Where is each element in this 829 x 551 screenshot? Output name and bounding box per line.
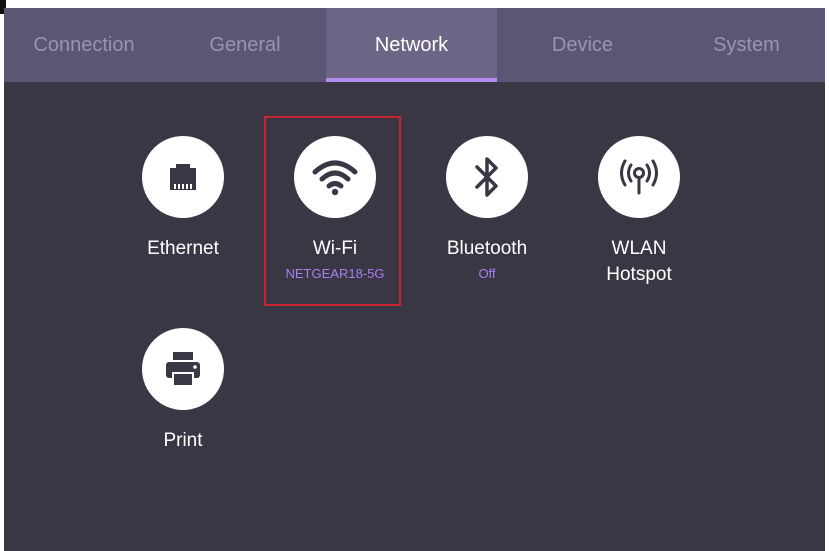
wlan-hotspot-tile[interactable]: WLAN Hotspot: [574, 136, 704, 288]
tab-connection[interactable]: Connection: [4, 8, 164, 82]
settings-panel: Connection General Network Device System…: [4, 8, 825, 551]
wifi-icon-circle: [294, 136, 376, 218]
printer-icon: [166, 352, 200, 387]
print-label: Print: [163, 430, 203, 451]
bluetooth-tile[interactable]: Bluetooth Off: [422, 136, 552, 281]
wifi-tile[interactable]: Wi-Fi NETGEAR18-5G: [270, 136, 400, 281]
hotspot-antenna-icon: [620, 159, 658, 195]
tab-device[interactable]: Device: [497, 8, 668, 82]
hotspot-icon-circle: [598, 136, 680, 218]
print-tile[interactable]: Print: [118, 328, 248, 454]
bluetooth-icon-circle: [446, 136, 528, 218]
screenshot: Connection General Network Device System…: [0, 0, 829, 551]
tab-network[interactable]: Network: [326, 8, 497, 82]
wifi-label: Wi-Fi: [312, 238, 358, 259]
tab-system[interactable]: System: [668, 8, 825, 82]
bluetooth-icon: [475, 157, 498, 197]
ethernet-port-icon: [170, 164, 196, 190]
ethernet-label: Ethernet: [147, 238, 219, 259]
wifi-icon: [312, 160, 358, 196]
bluetooth-status: Off: [478, 266, 496, 281]
ethernet-icon-circle: [142, 136, 224, 218]
bluetooth-label: Bluetooth: [446, 238, 528, 259]
print-icon-circle: [142, 328, 224, 410]
tab-bar: Connection General Network Device System: [4, 8, 825, 82]
wlan-label-line1: WLAN: [611, 238, 667, 259]
tab-general[interactable]: General: [164, 8, 326, 82]
wifi-network-name: NETGEAR18-5G: [285, 266, 385, 281]
wlan-hotspot-label: WLAN Hotspot: [606, 236, 671, 288]
wlan-label-line2: Hotspot: [606, 264, 672, 285]
ethernet-tile[interactable]: Ethernet: [118, 136, 248, 262]
